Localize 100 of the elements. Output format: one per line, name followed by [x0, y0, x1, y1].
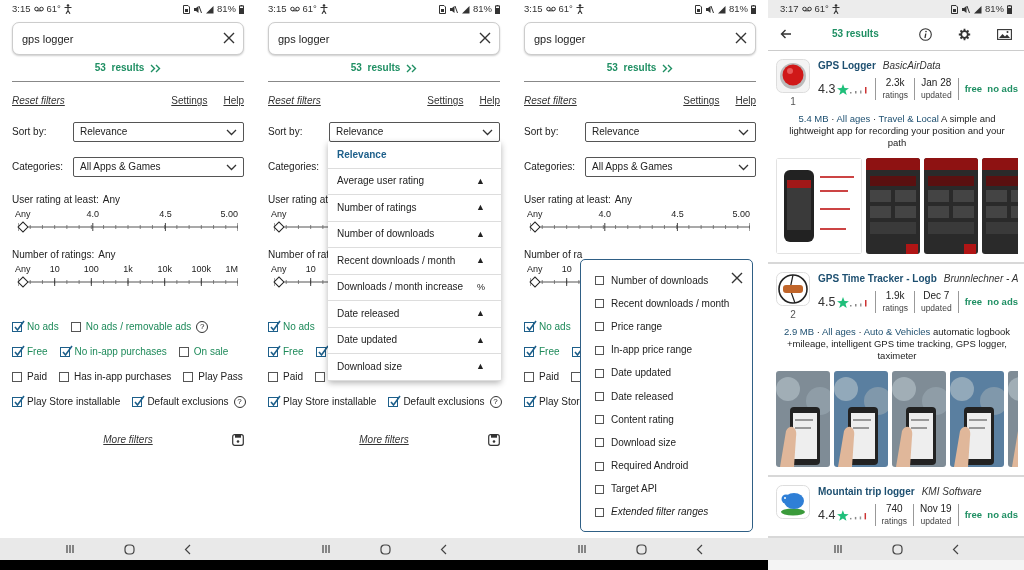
checkbox[interactable] [59, 371, 69, 382]
results-link[interactable]: 53 results [606, 62, 657, 74]
checkbox[interactable] [524, 346, 534, 357]
checkbox[interactable] [595, 438, 604, 448]
checkbox[interactable] [132, 396, 143, 407]
home-icon[interactable] [636, 543, 647, 555]
checkbox[interactable] [268, 396, 278, 407]
save-icon[interactable] [232, 434, 244, 446]
slider-thumb[interactable] [17, 276, 29, 288]
help-link[interactable]: Help [735, 95, 756, 107]
double-chevron-icon[interactable] [150, 63, 162, 73]
double-chevron-icon[interactable] [406, 63, 418, 73]
settings-link[interactable]: Settings [427, 95, 464, 107]
help-link[interactable]: Help [223, 95, 244, 107]
sort-select[interactable]: Relevance [585, 122, 756, 142]
reset-filters-link[interactable]: Reset filters [524, 95, 577, 107]
help-link[interactable]: Help [479, 95, 500, 107]
settings-link[interactable]: Settings [171, 95, 208, 107]
menu-item[interactable]: Average user rating ▲ [328, 168, 501, 195]
checkbox[interactable] [183, 371, 194, 382]
menu-item[interactable]: Relevance [328, 142, 501, 169]
menu-item[interactable]: Recent downloads / month ▲ [328, 248, 501, 275]
clear-icon[interactable] [223, 32, 235, 44]
menu-item[interactable]: Date updated ▲ [328, 327, 501, 354]
checkbox[interactable] [595, 484, 604, 494]
checkbox[interactable] [12, 346, 22, 357]
slider-track[interactable] [18, 222, 238, 232]
checkbox[interactable] [12, 321, 22, 332]
menu-item[interactable]: Date released ▲ [328, 301, 501, 328]
search-field[interactable]: gps logger [524, 22, 756, 55]
slider-thumb[interactable] [273, 221, 285, 233]
back-icon[interactable] [952, 543, 960, 555]
recent-apps-icon[interactable] [576, 544, 587, 554]
record-button-icon[interactable] [776, 59, 810, 93]
checkbox[interactable] [524, 321, 534, 332]
checkbox[interactable] [315, 371, 325, 382]
tag-link[interactable]: All ages [822, 326, 856, 337]
checkbox[interactable] [595, 345, 604, 355]
home-icon[interactable] [892, 543, 903, 555]
close-icon[interactable] [731, 272, 743, 284]
menu-item[interactable]: Number of downloads ▲ [328, 221, 501, 248]
checkbox[interactable] [388, 396, 399, 407]
checkbox[interactable] [315, 346, 326, 357]
slider-thumb[interactable] [17, 221, 29, 233]
settings-link[interactable]: Settings [683, 95, 720, 107]
image-icon[interactable] [997, 28, 1012, 40]
category-select[interactable]: All Apps & Games [585, 157, 756, 177]
info-icon[interactable] [919, 27, 932, 41]
search-field[interactable]: gps logger [12, 22, 244, 55]
tag-link[interactable]: Auto & Vehicles [863, 326, 931, 337]
home-icon[interactable] [124, 543, 135, 555]
reset-filters-link[interactable]: Reset filters [12, 95, 65, 107]
checkbox[interactable] [595, 276, 604, 286]
menu-item[interactable]: Downloads / month increase % [328, 274, 501, 301]
back-icon[interactable] [440, 543, 448, 555]
save-icon[interactable] [488, 434, 500, 446]
clear-icon[interactable] [479, 32, 491, 44]
checkbox[interactable] [595, 461, 604, 471]
back-icon[interactable] [184, 543, 192, 555]
recent-apps-icon[interactable] [64, 544, 75, 554]
tag-link[interactable]: Travel & Local [878, 113, 939, 124]
double-chevron-icon[interactable] [662, 63, 674, 73]
checkbox[interactable] [59, 346, 70, 357]
category-select[interactable]: All Apps & Games [73, 157, 244, 177]
checkbox[interactable] [595, 415, 604, 425]
tag-link[interactable]: 2.9 MB [783, 326, 815, 337]
menu-item[interactable]: Number of ratings ▲ [328, 195, 501, 222]
checkbox[interactable] [268, 346, 278, 357]
checkbox[interactable] [524, 371, 534, 382]
slider-thumb[interactable] [273, 276, 285, 288]
back-arrow-icon[interactable] [780, 29, 792, 39]
back-icon[interactable] [696, 543, 704, 555]
checkbox[interactable] [595, 322, 604, 332]
clear-icon[interactable] [735, 32, 747, 44]
checkbox[interactable] [12, 371, 22, 382]
checkbox[interactable] [595, 299, 604, 309]
menu-item[interactable]: Download size ▲ [328, 354, 501, 381]
slider-track[interactable] [530, 222, 750, 232]
recent-apps-icon[interactable] [832, 544, 843, 554]
more-filters-link[interactable]: More filters [103, 434, 153, 446]
creature-icon[interactable] [776, 485, 810, 519]
tag-link[interactable]: 5.4 MB [798, 113, 829, 124]
results-link[interactable]: 53 results [94, 62, 145, 74]
app-title[interactable]: GPS Time Tracker - Logb [818, 273, 937, 285]
checkbox[interactable] [178, 346, 189, 357]
checkbox[interactable] [268, 371, 278, 382]
sort-select[interactable]: Relevance [73, 122, 244, 142]
app-title[interactable]: Mountain trip logger [818, 486, 915, 498]
slider-track[interactable] [18, 277, 238, 287]
app-title[interactable]: GPS Logger [818, 60, 876, 72]
compass-logo-icon[interactable] [776, 272, 810, 306]
checkbox[interactable] [595, 507, 604, 517]
settings-icon[interactable] [958, 27, 971, 41]
more-filters-link[interactable]: More filters [359, 434, 409, 446]
checkbox[interactable] [12, 396, 22, 407]
tag-link[interactable]: All ages [836, 113, 871, 124]
results-link[interactable]: 53 results [350, 62, 401, 74]
checkbox[interactable] [571, 346, 582, 357]
checkbox[interactable] [70, 321, 81, 332]
checkbox[interactable] [524, 396, 534, 407]
